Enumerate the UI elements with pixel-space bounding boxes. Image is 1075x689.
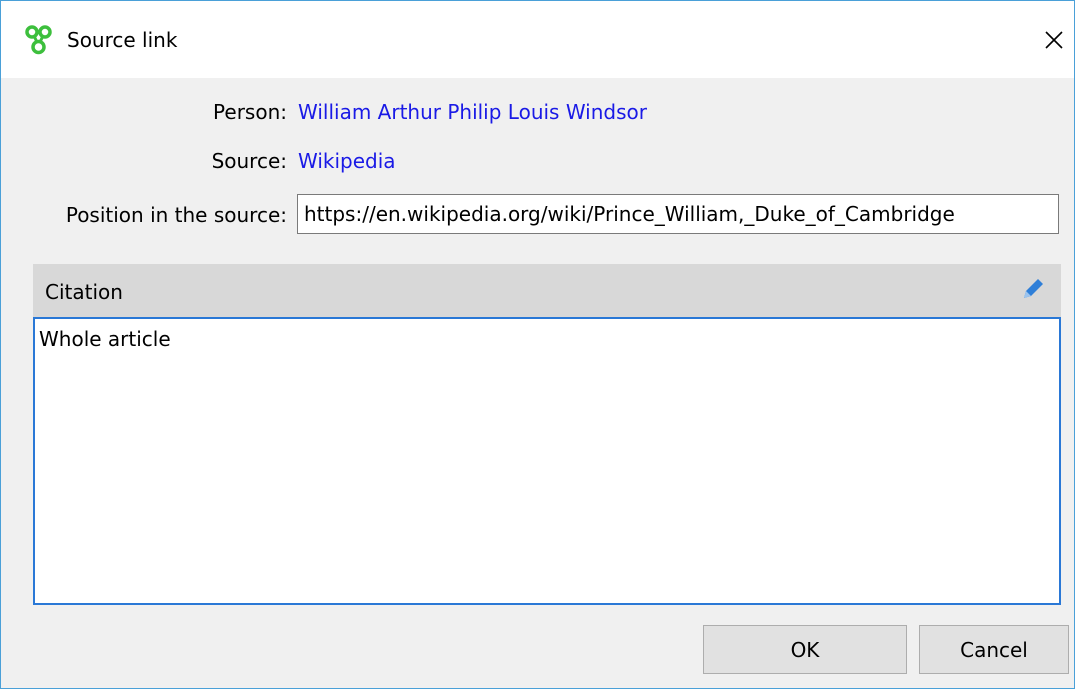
title-bar: Source link xyxy=(1,1,1074,78)
source-label: Source: xyxy=(211,149,287,173)
source-link-dialog: Source link Person: William Arthur Phili… xyxy=(0,0,1075,689)
close-icon xyxy=(1045,31,1063,49)
cancel-button[interactable]: Cancel xyxy=(919,625,1069,674)
position-input[interactable]: https://en.wikipedia.org/wiki/Prince_Wil… xyxy=(297,194,1059,234)
citation-textarea[interactable]: Whole article xyxy=(33,317,1061,605)
app-logo-icon xyxy=(25,25,52,55)
dialog-title: Source link xyxy=(67,28,178,52)
person-label: Person: xyxy=(213,100,287,124)
person-link[interactable]: William Arthur Philip Louis Windsor xyxy=(298,100,647,124)
pencil-icon[interactable] xyxy=(1018,274,1048,304)
citation-header: Citation xyxy=(33,264,1061,317)
ok-button[interactable]: OK xyxy=(703,625,907,674)
citation-title: Citation xyxy=(45,280,123,304)
close-button[interactable] xyxy=(1035,21,1073,59)
source-link[interactable]: Wikipedia xyxy=(298,149,396,173)
position-label: Position in the source: xyxy=(65,203,287,227)
